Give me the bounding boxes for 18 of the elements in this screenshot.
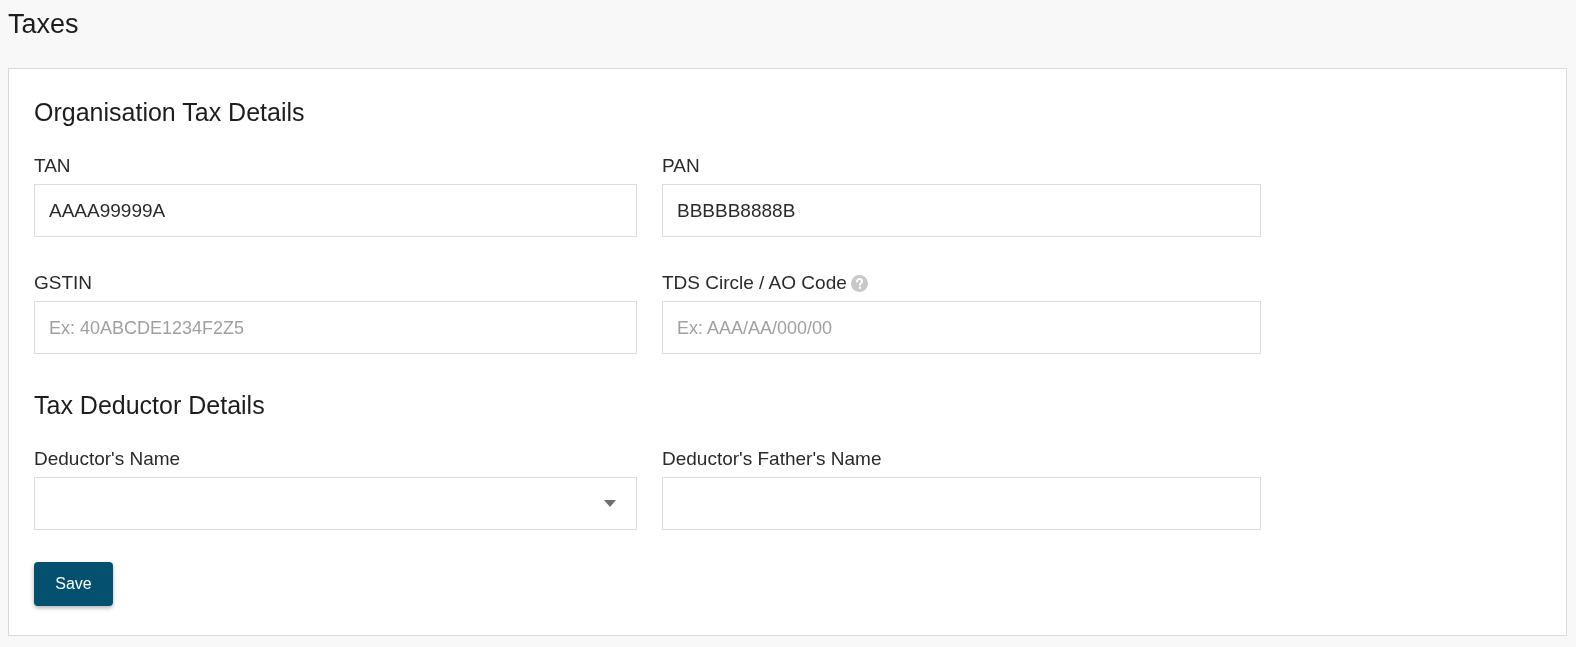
field-label: Deductor's Father's Name [662, 448, 882, 470]
input-field[interactable] [662, 477, 1261, 530]
field-label: TDS Circle / AO Code [662, 272, 847, 294]
help-icon[interactable] [850, 274, 868, 292]
section-heading: Tax Deductor Details [34, 390, 265, 420]
save-button[interactable]: Save [34, 562, 113, 606]
input-field[interactable]: Ex: 40ABCDE1234F2Z5 [34, 301, 637, 354]
field-label: TAN [34, 155, 71, 177]
field-label: PAN [662, 155, 700, 177]
field-label: GSTIN [34, 272, 93, 294]
section-heading: Organisation Tax Details [34, 97, 305, 127]
dropdown-field[interactable] [34, 477, 637, 530]
input-field[interactable]: Ex: AAA/AA/000/00 [662, 301, 1261, 354]
field-label: Deductor's Name [34, 448, 181, 470]
caret-icon [604, 500, 616, 507]
input-field[interactable]: BBBBB8888B [662, 184, 1261, 237]
page-title: Taxes [8, 8, 79, 40]
input-field[interactable]: AAAA99999A [34, 184, 637, 237]
